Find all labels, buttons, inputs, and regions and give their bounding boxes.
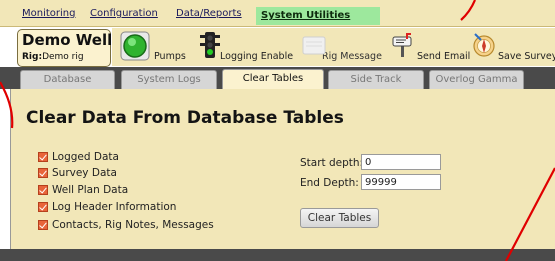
app-window: Monitoring Configuration Data/Reports Sy… bbox=[0, 0, 555, 261]
checkbox-checked-icon[interactable] bbox=[38, 168, 48, 178]
checkbox-contacts-rig-notes-messages[interactable]: Contacts, Rig Notes, Messages bbox=[38, 218, 214, 232]
well-name: Demo Well bbox=[22, 31, 113, 49]
checkbox-checked-icon[interactable] bbox=[38, 152, 48, 162]
rig-info: Rig:Demo rig bbox=[22, 52, 84, 62]
rig-message-label: Rig Message bbox=[322, 51, 382, 62]
send-email-button[interactable]: Send Email bbox=[387, 28, 471, 66]
tab-database[interactable]: Database bbox=[20, 70, 115, 89]
checkbox-label: Log Header Information bbox=[52, 201, 177, 213]
rig-label: Rig: bbox=[22, 52, 43, 62]
checkbox-label: Contacts, Rig Notes, Messages bbox=[52, 219, 214, 231]
rig-header: Demo Well Rig:Demo rig bbox=[17, 29, 113, 67]
clear-tables-button[interactable]: Clear Tables bbox=[300, 208, 379, 228]
start-depth-input[interactable] bbox=[361, 154, 441, 170]
checkbox-logged-data[interactable]: Logged Data bbox=[38, 150, 119, 164]
rig-value: Demo rig bbox=[42, 52, 84, 62]
checkbox-label: Logged Data bbox=[52, 151, 119, 163]
send-email-label: Send Email bbox=[417, 51, 471, 62]
bottom-strip bbox=[0, 249, 555, 261]
message-icon bbox=[302, 36, 326, 55]
traffic-light-icon bbox=[200, 32, 220, 58]
pumps-button[interactable]: Pumps bbox=[118, 28, 198, 66]
compass-icon bbox=[473, 33, 495, 57]
save-survey-label: Save Survey bbox=[498, 51, 555, 62]
pumps-label: Pumps bbox=[154, 51, 186, 62]
tab-strip: Database System Logs Clear Tables Side T… bbox=[0, 67, 555, 90]
checkbox-label: Survey Data bbox=[52, 167, 117, 179]
save-survey-button[interactable]: Save Survey bbox=[467, 28, 555, 66]
tab-side-track[interactable]: Side Track bbox=[328, 70, 424, 89]
checkbox-checked-icon[interactable] bbox=[38, 185, 48, 195]
panel-title: Clear Data From Database Tables bbox=[26, 108, 344, 128]
tab-system-logs[interactable]: System Logs bbox=[121, 70, 217, 89]
checkbox-log-header-information[interactable]: Log Header Information bbox=[38, 200, 176, 214]
logging-enable-label: Logging Enable bbox=[220, 51, 294, 62]
logging-enable-button[interactable]: Logging Enable bbox=[198, 28, 298, 66]
checkbox-checked-icon[interactable] bbox=[38, 220, 48, 230]
checkbox-label: Well Plan Data bbox=[52, 184, 129, 196]
mailbox-icon bbox=[392, 33, 412, 57]
tab-overlog-gamma[interactable]: Overlog Gamma bbox=[429, 70, 524, 89]
checkbox-checked-icon[interactable] bbox=[38, 202, 48, 212]
menu-bar: Monitoring Configuration Data/Reports Sy… bbox=[0, 0, 555, 27]
end-depth-label: End Depth: bbox=[300, 177, 359, 189]
end-depth-input[interactable] bbox=[361, 174, 441, 190]
menu-system-utilities[interactable]: System Utilities bbox=[256, 7, 381, 25]
checkbox-survey-data[interactable]: Survey Data bbox=[38, 166, 117, 180]
tab-clear-tables[interactable]: Clear Tables bbox=[222, 69, 324, 90]
toolbar: Pumps Logging Enable Rig Message Send Em… bbox=[112, 28, 555, 66]
menu-data-reports[interactable]: Data/Reports bbox=[176, 8, 242, 19]
start-depth-label: Start depth: bbox=[300, 157, 364, 169]
menu-monitoring[interactable]: Monitoring bbox=[22, 8, 75, 19]
pump-status-icon bbox=[120, 31, 150, 61]
rig-message-button[interactable]: Rig Message bbox=[297, 28, 387, 66]
checkbox-well-plan-data[interactable]: Well Plan Data bbox=[38, 183, 128, 197]
menu-configuration[interactable]: Configuration bbox=[90, 8, 158, 19]
